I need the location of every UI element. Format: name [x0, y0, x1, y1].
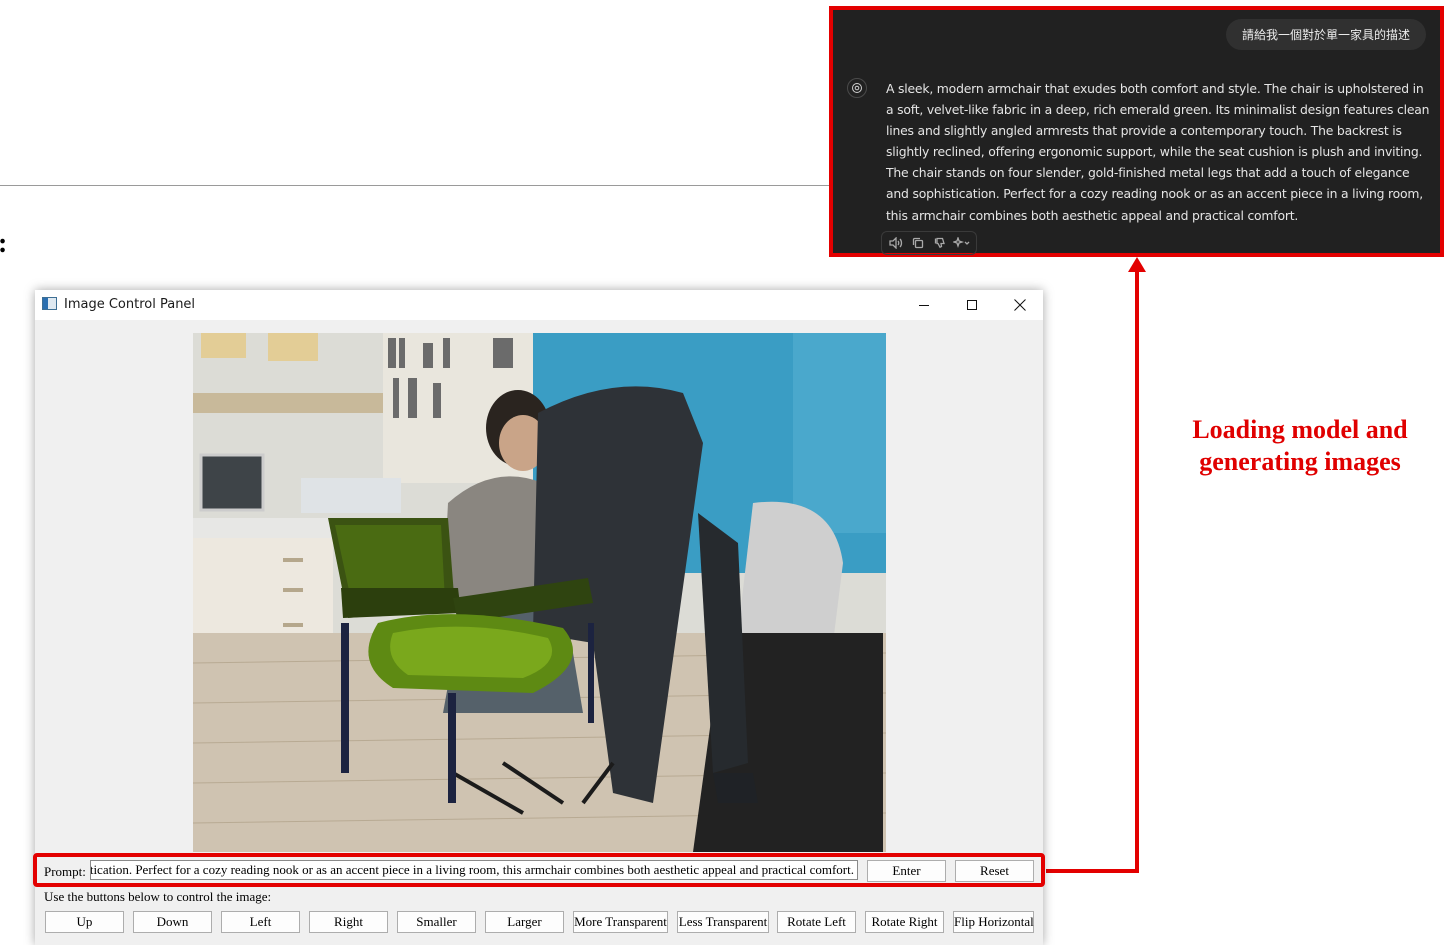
- maximize-button[interactable]: [949, 290, 995, 320]
- assistant-message: A sleek, modern armchair that exudes bot…: [886, 81, 1430, 223]
- smaller-button[interactable]: Smaller: [397, 911, 476, 933]
- larger-button[interactable]: Larger: [485, 911, 564, 933]
- close-button[interactable]: [997, 290, 1043, 320]
- speaker-icon[interactable]: [886, 234, 906, 252]
- sparkle-icon[interactable]: [952, 234, 972, 252]
- title-bar: Image Control Panel: [35, 290, 1043, 320]
- horizontal-rule: [0, 185, 830, 186]
- prompt-label: Prompt:: [44, 864, 86, 879]
- message-actions: [881, 231, 977, 255]
- camera-image[interactable]: [193, 333, 886, 852]
- app-window-icon: [42, 297, 57, 310]
- left-button[interactable]: Left: [221, 911, 300, 933]
- maximize-icon: [967, 300, 977, 310]
- controls-hint: Use the buttons below to control the ima…: [44, 889, 272, 904]
- annotation-text: Loading model and generating images: [1166, 414, 1434, 478]
- more-transparent-button[interactable]: More Transparent: [573, 911, 668, 933]
- down-button[interactable]: Down: [133, 911, 212, 933]
- rotate-right-button[interactable]: Rotate Right: [865, 911, 944, 933]
- user-message: 請給我一個對於單一家具的描述: [1225, 19, 1426, 50]
- thumbs-down-icon[interactable]: [930, 234, 950, 252]
- reset-button[interactable]: Reset: [955, 860, 1034, 882]
- prompt-input[interactable]: ophistication. Perfect for a cozy readin…: [90, 860, 858, 880]
- minimize-button[interactable]: [901, 290, 947, 320]
- flip-horizontal-button[interactable]: Flip Horizontal: [953, 911, 1034, 933]
- annotation-line-2: generating images: [1199, 447, 1401, 476]
- chat-panel: 請給我一個對於單一家具的描述 A sleek, modern armchair …: [829, 6, 1444, 257]
- copy-icon[interactable]: [908, 234, 928, 252]
- right-button[interactable]: Right: [309, 911, 388, 933]
- prompt-value: ophistication. Perfect for a cozy readin…: [90, 862, 854, 877]
- less-transparent-button[interactable]: Less Transparent: [677, 911, 769, 933]
- annotation-line-1: Loading model and: [1192, 415, 1408, 444]
- up-button[interactable]: Up: [45, 911, 124, 933]
- minimize-icon: [919, 305, 929, 306]
- close-icon: [1014, 299, 1026, 311]
- rotate-left-button[interactable]: Rotate Left: [777, 911, 856, 933]
- colon-mark: :: [0, 228, 7, 260]
- image-control-window: Image Control Panel Prompt: ophisticatio…: [33, 290, 1045, 945]
- assistant-logo-icon: [847, 78, 867, 98]
- window-title: Image Control Panel: [64, 297, 196, 312]
- enter-button[interactable]: Enter: [867, 860, 946, 882]
